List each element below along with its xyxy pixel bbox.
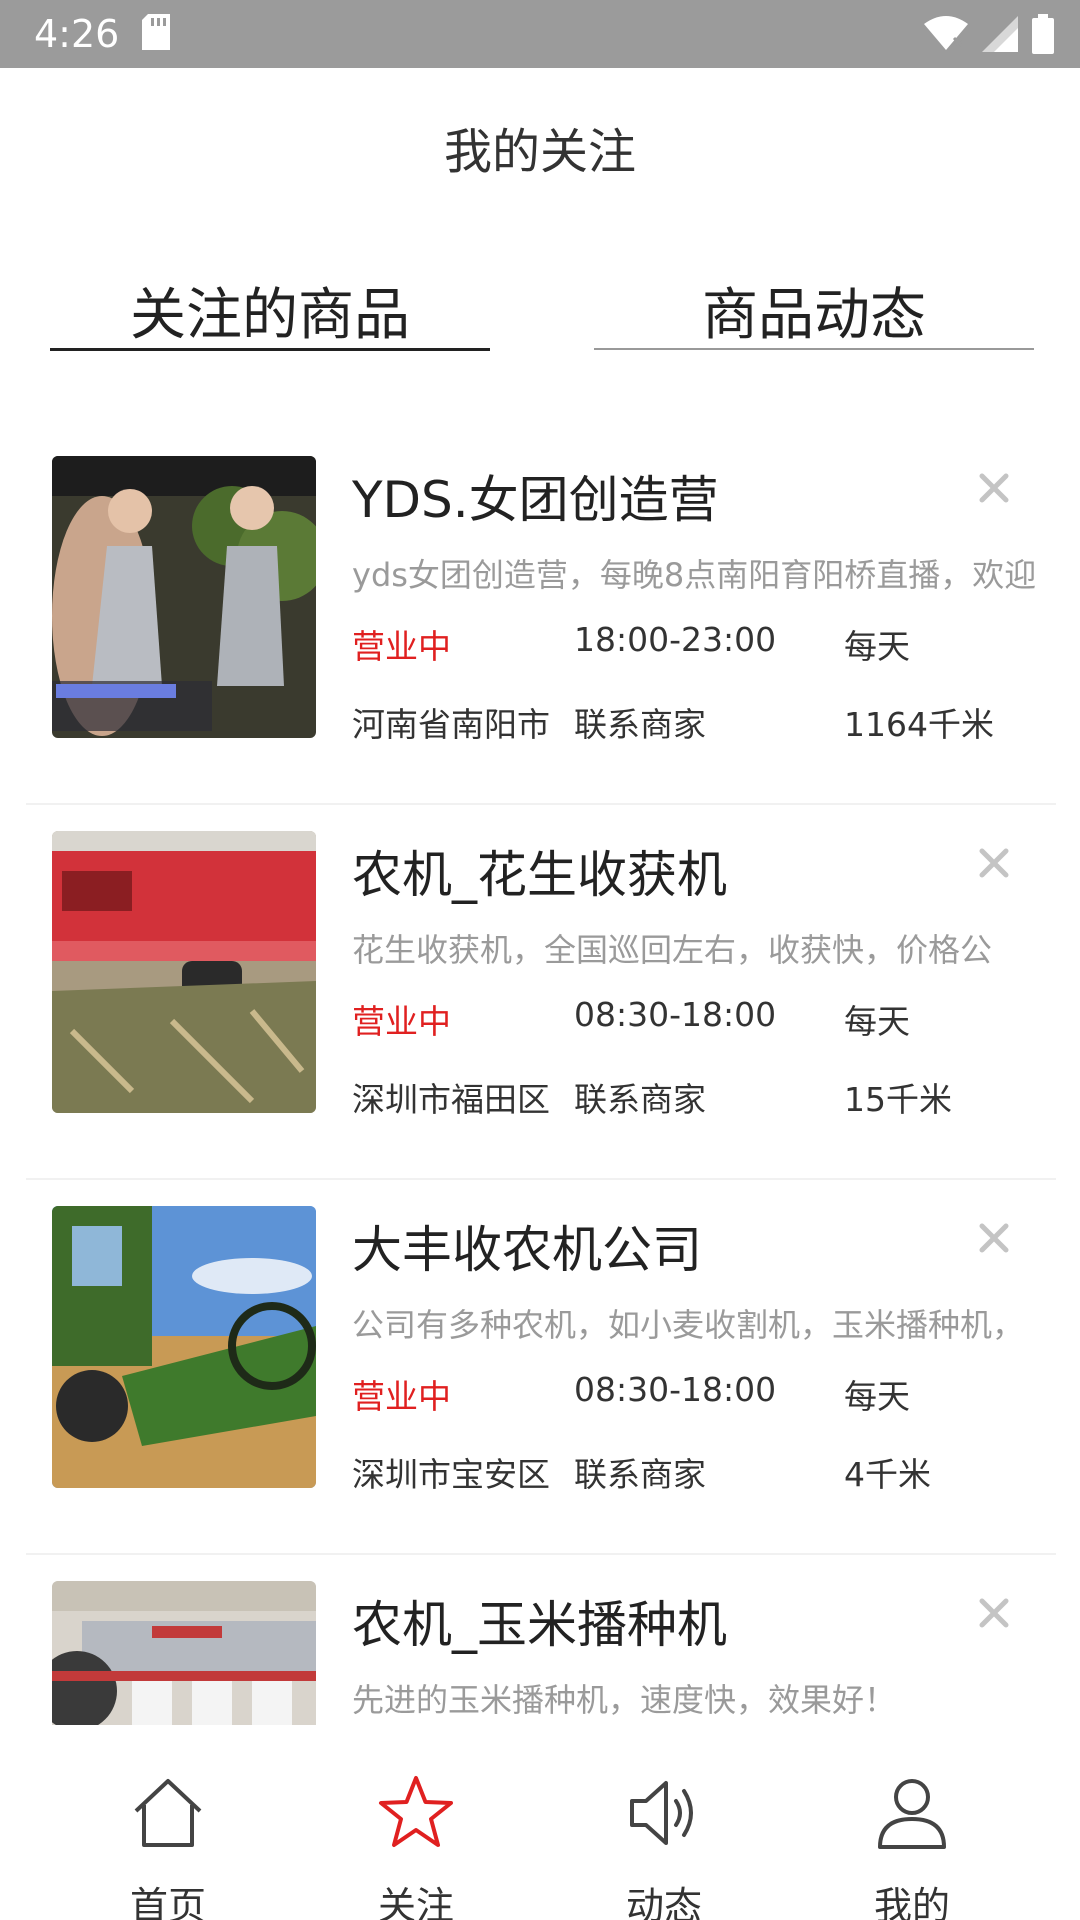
followed-product-list: YDS.女团创造营 yds女团创造营，每晚8点南阳育阳桥直播，欢迎 营业中 18…: [26, 430, 1056, 1725]
product-description: 花生收获机，全国巡回左右，收获快，价格公: [352, 931, 993, 969]
product-title: YDS.女团创造营: [352, 471, 719, 529]
nav-mine-label: 我的: [873, 1884, 950, 1920]
star-icon: [379, 1776, 453, 1847]
location: 深圳市福田区: [352, 1080, 550, 1119]
business-days: 每天: [844, 1377, 910, 1416]
page-title: 我的关注: [443, 124, 636, 180]
sd-card-icon: [142, 14, 170, 50]
product-image: [52, 1581, 316, 1725]
bottom-navigation: 首页 关注 动态 我的: [0, 1725, 1080, 1920]
close-icon[interactable]: [974, 468, 1014, 508]
product-title: 大丰收农机公司: [352, 1221, 702, 1279]
close-icon[interactable]: [974, 1593, 1014, 1633]
home-icon: [134, 1779, 202, 1847]
product-description: 公司有多种农机，如小麦收割机，玉米播种机，: [352, 1306, 1025, 1344]
wifi-icon: [924, 16, 968, 50]
product-title: 农机_玉米播种机: [352, 1596, 727, 1654]
list-item[interactable]: YDS.女团创造营 yds女团创造营，每晚8点南阳育阳桥直播，欢迎 营业中 18…: [26, 430, 1056, 805]
product-image: [52, 831, 316, 1113]
close-icon[interactable]: [974, 843, 1014, 883]
distance: 15千米: [844, 1080, 952, 1119]
status-badge: 营业中: [352, 1377, 451, 1416]
contact-merchant-link[interactable]: 联系商家: [574, 698, 706, 746]
list-item[interactable]: 农机_玉米播种机 先进的玉米播种机，速度快，效果好！: [26, 1555, 1056, 1725]
list-item[interactable]: 农机_花生收获机 花生收获机，全国巡回左右，收获快，价格公 营业中 08:30-…: [26, 805, 1056, 1180]
user-icon: [878, 1779, 946, 1849]
status-icons: [924, 12, 1054, 56]
product-description: yds女团创造营，每晚8点南阳育阳桥直播，欢迎: [352, 556, 1037, 594]
product-title: 农机_花生收获机: [352, 846, 727, 904]
business-days: 每天: [844, 1002, 910, 1041]
nav-home-label: 首页: [129, 1884, 206, 1920]
nav-home[interactable]: 首页: [68, 1725, 268, 1920]
location: 深圳市宝安区: [352, 1455, 550, 1494]
contact-merchant-link[interactable]: 联系商家: [574, 1448, 706, 1496]
distance: 4千米: [844, 1455, 931, 1494]
status-badge: 营业中: [352, 627, 451, 666]
nav-mine[interactable]: 我的: [812, 1725, 1012, 1920]
location: 河南省南阳市: [352, 705, 550, 744]
product-description: 先进的玉米播种机，速度快，效果好！: [352, 1681, 897, 1719]
tab-underline: [594, 348, 1034, 350]
status-badge: 营业中: [352, 1002, 451, 1041]
nav-following-label: 关注: [377, 1884, 454, 1920]
distance: 1164千米: [844, 705, 994, 744]
business-hours: 08:30-18:00: [574, 1370, 777, 1409]
nav-updates-label: 动态: [625, 1884, 702, 1920]
close-icon[interactable]: [974, 1218, 1014, 1258]
status-time: 4:26: [34, 12, 120, 56]
speaker-icon: [630, 1781, 693, 1845]
tab-active-indicator: [50, 348, 490, 351]
contact-merchant-link[interactable]: 联系商家: [574, 1073, 706, 1121]
list-item[interactable]: 大丰收农机公司 公司有多种农机，如小麦收割机，玉米播种机， 营业中 08:30-…: [26, 1180, 1056, 1555]
business-hours: 08:30-18:00: [574, 995, 777, 1034]
business-days: 每天: [844, 627, 910, 666]
nav-updates[interactable]: 动态: [564, 1725, 764, 1920]
nav-following[interactable]: 关注: [316, 1725, 516, 1920]
product-image: [52, 1206, 316, 1488]
product-image: [52, 456, 316, 738]
tab-followed-products[interactable]: 关注的商品: [50, 270, 490, 351]
signal-icon: [982, 16, 1018, 52]
tab-product-updates[interactable]: 商品动态: [594, 270, 1034, 351]
business-hours: 18:00-23:00: [574, 620, 777, 659]
battery-icon: [1032, 14, 1054, 54]
status-bar: 4:26: [0, 0, 1080, 68]
